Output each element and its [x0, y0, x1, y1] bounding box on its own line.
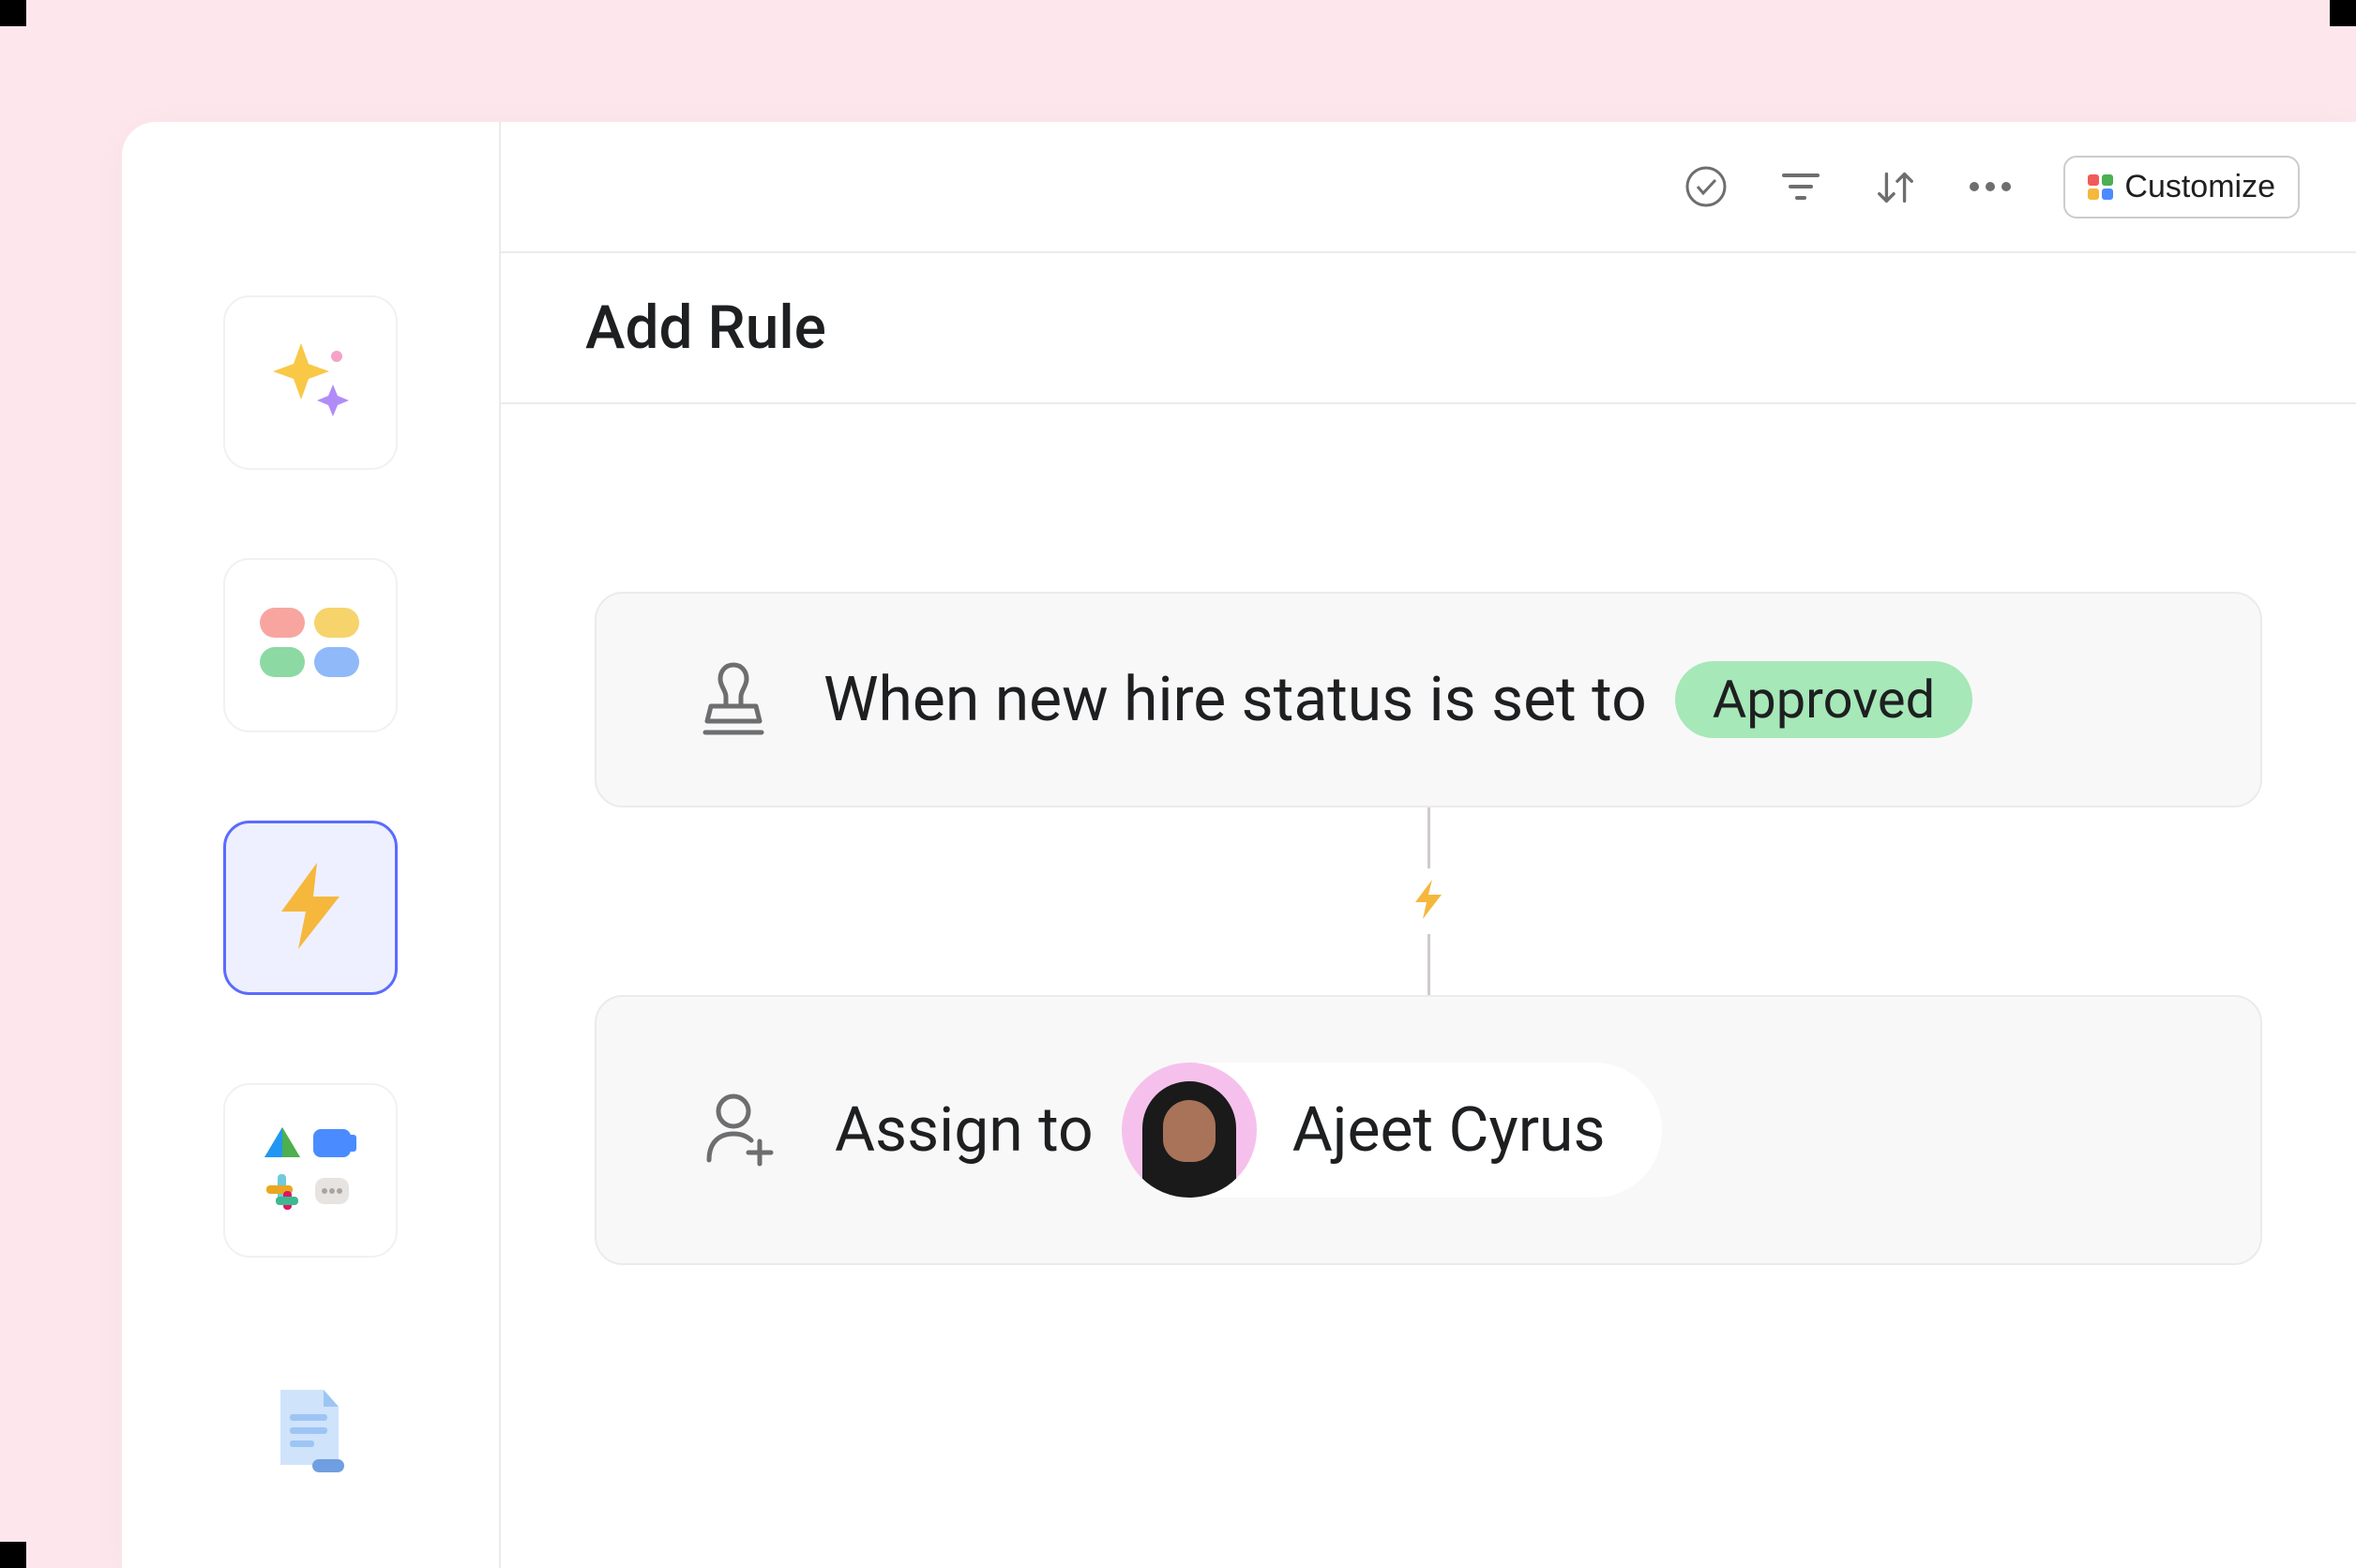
page-title: Add Rule: [585, 293, 2272, 363]
customize-grid-icon: [2088, 174, 2113, 200]
avatar: [1122, 1063, 1257, 1198]
trigger-card[interactable]: When new hire status is set to Approved: [595, 592, 2262, 807]
action-card[interactable]: Assign to Ajeet Cyrus: [595, 995, 2262, 1265]
sparkles-icon: [264, 334, 357, 431]
decorative-corner: [0, 1542, 26, 1568]
sort-icon[interactable]: [1874, 165, 1917, 208]
action-label: Assign to: [835, 1094, 1094, 1167]
customize-button-label: Customize: [2124, 169, 2275, 205]
assignee-name: Ajeet Cyrus: [1292, 1094, 1606, 1167]
app-frame: Customize Add Rule When new hire status …: [122, 122, 2356, 1568]
bolt-icon: [268, 859, 353, 957]
sidebar-item-documents[interactable]: [223, 1346, 398, 1520]
status-dots-icon: [260, 606, 361, 685]
page-header: Add Rule: [501, 253, 2356, 404]
trigger-status-pill[interactable]: Approved: [1675, 661, 1972, 738]
sidebar: [122, 122, 501, 1568]
stamp-icon: [700, 659, 767, 740]
sidebar-item-apps[interactable]: [223, 1083, 398, 1258]
sidebar-item-status-dots[interactable]: [223, 558, 398, 732]
rule-connector: [595, 807, 2262, 995]
more-icon[interactable]: [1969, 165, 2012, 208]
trigger-text: When new hire status is set to: [823, 664, 1647, 736]
assign-person-icon: [700, 1089, 778, 1171]
rule-canvas: When new hire status is set to Approved: [501, 404, 2356, 1568]
customize-button[interactable]: Customize: [2063, 156, 2300, 219]
assignee-chip[interactable]: Ajeet Cyrus: [1122, 1063, 1662, 1198]
decorative-corner: [2330, 0, 2356, 26]
connector-bolt-icon: [1402, 868, 1455, 934]
sidebar-item-rules[interactable]: [223, 821, 398, 995]
main-panel: Customize Add Rule When new hire status …: [501, 122, 2356, 1568]
action-text-row: Assign to Ajeet Cyrus: [835, 1063, 1662, 1198]
filter-icon[interactable]: [1779, 165, 1822, 208]
decorative-corner: [0, 0, 26, 26]
sidebar-item-sparkles[interactable]: [223, 295, 398, 470]
check-circle-icon[interactable]: [1684, 165, 1728, 208]
apps-integrations-icon: [259, 1122, 362, 1219]
trigger-text-row: When new hire status is set to Approved: [823, 661, 1972, 738]
document-icon: [273, 1386, 348, 1480]
toolbar: Customize: [501, 122, 2356, 253]
